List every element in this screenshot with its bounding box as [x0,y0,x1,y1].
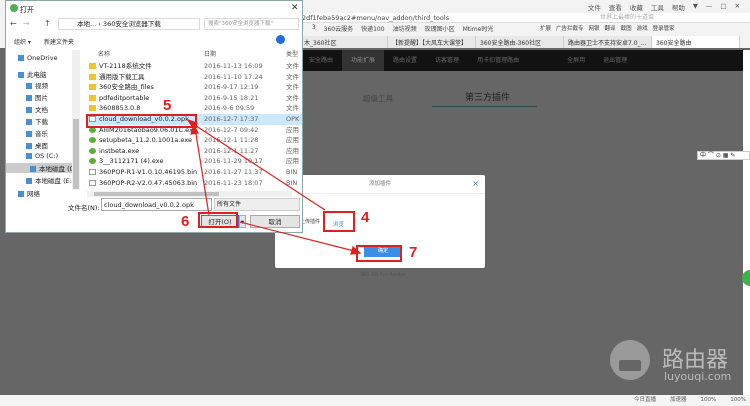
arrow-4-to-5 [189,121,326,211]
highlight-file [86,114,197,128]
step-4-label: 4 [361,209,370,226]
arrow-6-to-5 [194,127,210,216]
highlight-browse [323,211,355,232]
annotation-arrows [186,118,362,255]
highlight-open [198,212,238,228]
highlight-confirm [356,245,402,262]
step-6-label: 6 [181,213,190,230]
step-7-label: 7 [409,244,418,261]
step-5-label: 5 [163,97,172,114]
